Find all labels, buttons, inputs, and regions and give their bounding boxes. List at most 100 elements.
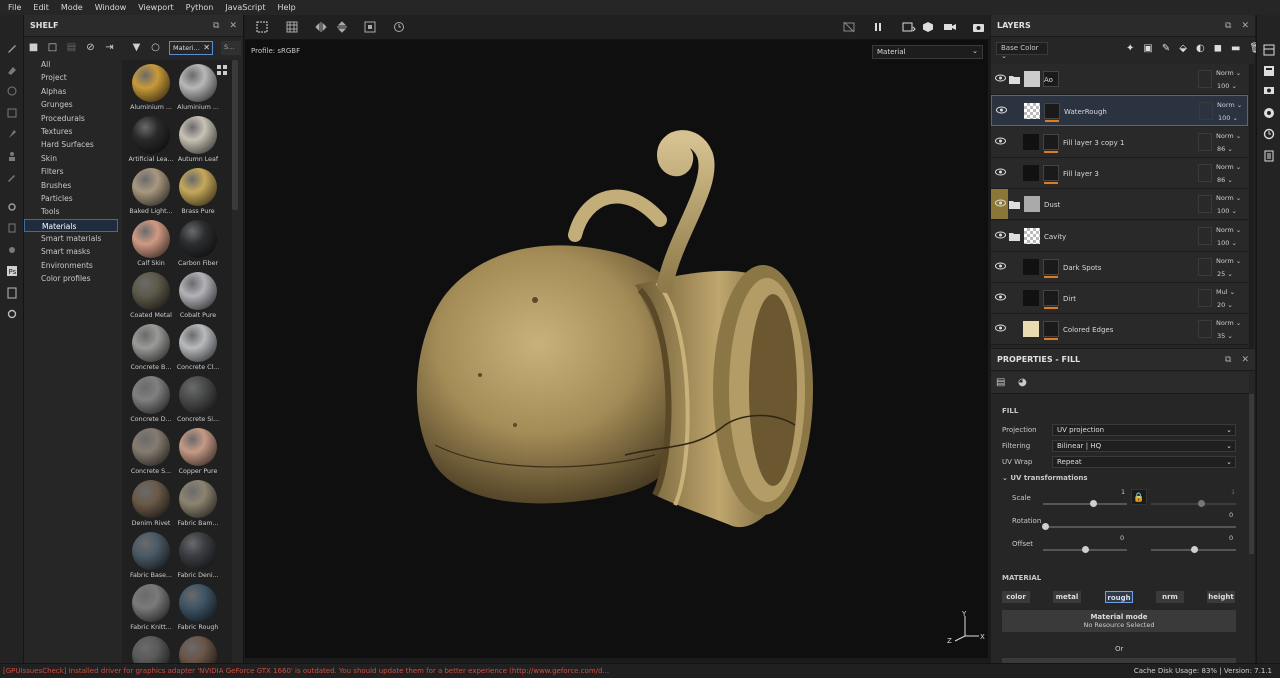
close-tab-icon[interactable]: ✕: [203, 43, 210, 52]
shelf-search-tab[interactable]: Materi... ✕: [169, 40, 213, 55]
layer-row[interactable]: Dark Spots Norm ⌄ 25 ⌄: [991, 251, 1248, 283]
texture-set-list-icon[interactable]: [1263, 44, 1275, 56]
material-thumbnail[interactable]: Denim Rivet: [128, 480, 174, 527]
viewport-mode-icon[interactable]: [902, 21, 916, 33]
layer-row[interactable]: WaterRough Norm ⌄ 100 ⌄: [991, 95, 1248, 127]
pause-icon[interactable]: [872, 21, 884, 33]
scale-v-knob[interactable]: [1198, 500, 1205, 507]
undock-icon[interactable]: ⧉: [1225, 21, 1231, 31]
shelf-category-project[interactable]: Project: [24, 71, 118, 84]
photoshop-icon[interactable]: Ps: [6, 265, 18, 277]
layer-row[interactable]: Cavity Norm ⌄ 100 ⌄: [991, 220, 1248, 252]
layer-row[interactable]: Fill layer 3 copy 1 Norm ⌄ 86 ⌄: [991, 126, 1248, 158]
shelf-category-textures[interactable]: Textures: [24, 125, 118, 138]
material-thumbnail[interactable]: Aluminium ...: [175, 64, 221, 111]
visibility-eye-icon[interactable]: [995, 168, 1006, 176]
layer-select-box[interactable]: [1198, 289, 1212, 308]
visibility-eye-icon[interactable]: [996, 106, 1007, 114]
material-thumbnail[interactable]: Brass Pure: [175, 168, 221, 215]
render-icon[interactable]: [6, 244, 18, 256]
material-thumbnail[interactable]: Cobalt Pure: [175, 272, 221, 319]
rotation-slider[interactable]: [1043, 526, 1236, 528]
shelf-category-color-profiles[interactable]: Color profiles: [24, 272, 118, 285]
export-icon[interactable]: [6, 287, 18, 299]
shelf-category-procedurals[interactable]: Procedurals: [24, 112, 118, 125]
shelf-category-smart-masks[interactable]: Smart masks: [24, 245, 118, 258]
layer-mask-thumbnail[interactable]: [1043, 290, 1059, 307]
camera-frame-icon[interactable]: [364, 21, 376, 33]
eraser-icon[interactable]: [6, 64, 18, 76]
new-shelf-icon[interactable]: □: [47, 42, 58, 53]
material-thumbnail[interactable]: Coated Metal: [128, 272, 174, 319]
material-thumbnail[interactable]: Concrete D...: [128, 376, 174, 423]
shelf-category-all[interactable]: All: [24, 58, 118, 71]
layer-select-box[interactable]: [1198, 257, 1212, 276]
screenshot-icon[interactable]: [972, 21, 985, 33]
properties-scrollbar[interactable]: [1249, 394, 1254, 554]
material-thumbnail[interactable]: Autumn Leaf: [175, 116, 221, 163]
menu-item-mode[interactable]: Mode: [55, 0, 89, 15]
layer-blend-mode[interactable]: Mul ⌄: [1216, 288, 1235, 296]
visibility-eye-icon[interactable]: [995, 199, 1006, 207]
layer-select-box[interactable]: [1198, 163, 1212, 182]
projection-select[interactable]: UV projection ⌄: [1052, 424, 1236, 436]
undock-icon[interactable]: ⧉: [213, 21, 219, 31]
shelf-category-brushes[interactable]: Brushes: [24, 179, 118, 192]
rotation-knob[interactable]: [1042, 523, 1049, 530]
material-thumbnail[interactable]: [175, 636, 221, 663]
menu-item-help[interactable]: Help: [271, 0, 301, 15]
paint-brush-icon[interactable]: [6, 42, 18, 54]
history-icon[interactable]: [393, 21, 405, 33]
material-thumbnail[interactable]: Fabric Deni...: [175, 532, 221, 579]
fill-properties-tab-icon[interactable]: ▤: [996, 377, 1005, 388]
shelf-category-grunges[interactable]: Grunges: [24, 98, 118, 111]
visibility-eye-icon[interactable]: [995, 74, 1006, 82]
folder-icon[interactable]: [1009, 75, 1020, 84]
material-thumbnail[interactable]: Artificial Lea...: [128, 116, 174, 163]
material-thumbnail[interactable]: Calf Skin: [128, 220, 174, 267]
visibility-eye-icon[interactable]: [995, 293, 1006, 301]
layer-blend-mode[interactable]: Norm ⌄: [1216, 132, 1241, 140]
visibility-eye-icon[interactable]: [995, 324, 1006, 332]
menu-item-javascript[interactable]: JavaScript: [219, 0, 271, 15]
magic-wand-icon[interactable]: ✦: [1126, 43, 1134, 54]
selection-mode-icon[interactable]: [256, 21, 268, 33]
visibility-eye-icon[interactable]: [995, 137, 1006, 145]
material-thumbnail[interactable]: [128, 636, 174, 663]
layers-scrollbar[interactable]: [1249, 64, 1254, 348]
shelf-category-environments[interactable]: Environments: [24, 259, 118, 272]
close-icon[interactable]: ✕: [1241, 355, 1249, 365]
display-settings-icon[interactable]: [1263, 85, 1275, 97]
add-fill-layer-icon[interactable]: ⬙: [1179, 43, 1187, 54]
polygon-fill-icon[interactable]: [6, 107, 18, 119]
layer-row[interactable]: Fill layer 3 Norm ⌄ 86 ⌄: [991, 157, 1248, 189]
channel-select[interactable]: Base Color ⌄: [996, 42, 1048, 60]
smudge-icon[interactable]: [6, 128, 18, 140]
grid-icon[interactable]: [286, 21, 298, 33]
layer-row[interactable]: Ao Norm ⌄ 100 ⌄: [991, 64, 1248, 95]
material-tab-icon[interactable]: ◕: [1018, 377, 1027, 388]
color-picker-icon[interactable]: [6, 171, 18, 183]
layer-opacity[interactable]: 86 ⌄: [1217, 145, 1233, 153]
symmetry-icon[interactable]: [315, 21, 327, 33]
layer-row[interactable]: Dust Norm ⌄ 100 ⌄: [991, 189, 1248, 221]
material-thumbnail[interactable]: Fabric Base...: [128, 532, 174, 579]
material-thumbnail[interactable]: Aluminium ...: [128, 64, 174, 111]
material-thumbnail[interactable]: Concrete Cl...: [175, 324, 221, 371]
layer-mask-thumbnail[interactable]: [1043, 164, 1059, 181]
layer-opacity[interactable]: 100 ⌄: [1217, 239, 1237, 247]
3d-viewport[interactable]: Profile: sRGBF Material ⌄ Y X Z: [245, 40, 988, 658]
menu-item-file[interactable]: File: [2, 0, 27, 15]
projection-icon[interactable]: [6, 85, 18, 97]
layer-blend-mode[interactable]: Norm ⌄: [1216, 163, 1241, 171]
hide-ui-icon[interactable]: [843, 21, 855, 33]
uv-transformations-toggle[interactable]: ⌄ UV transformations: [1002, 474, 1088, 482]
channel-toggle-metal[interactable]: metal: [1053, 591, 1081, 603]
close-icon[interactable]: ✕: [1241, 21, 1249, 31]
viewport-mode-select[interactable]: Material ⌄: [872, 45, 983, 59]
material-thumbnail[interactable]: Fabric Rough: [175, 584, 221, 631]
layers-panel-icon[interactable]: [1263, 65, 1275, 77]
hide-icon[interactable]: ⊘: [85, 42, 96, 53]
shelf-category-materials[interactable]: Materials: [24, 218, 118, 233]
layer-row[interactable]: Colored Edges Norm ⌄ 35 ⌄: [991, 314, 1248, 346]
